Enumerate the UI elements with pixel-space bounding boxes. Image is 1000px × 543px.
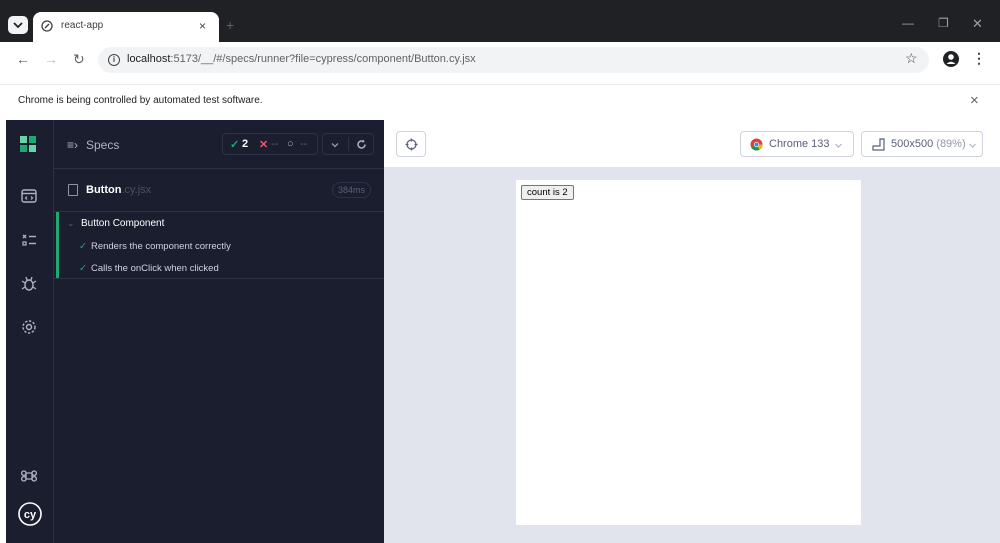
restore-icon[interactable]: ❐ bbox=[938, 16, 949, 30]
failed-count: -- bbox=[271, 138, 279, 150]
browser-tab[interactable]: react-app × bbox=[33, 12, 219, 42]
minimize-icon[interactable]: — bbox=[902, 16, 914, 30]
browser-select-button[interactable]: Chrome 133 bbox=[740, 131, 854, 157]
passed-count: 2 bbox=[242, 138, 249, 150]
spec-file-name: Button.cy.jsx bbox=[86, 184, 152, 196]
divider bbox=[54, 278, 384, 279]
app-under-test-frame: count is 2 bbox=[516, 180, 861, 525]
suite-title: Button Component bbox=[81, 218, 165, 229]
browser-tab-strip: react-app × + — ❐ ✕ bbox=[0, 0, 1000, 42]
pending-icon: ○ bbox=[287, 138, 294, 150]
failed-x-icon: ✕ bbox=[259, 139, 269, 151]
chrome-icon bbox=[750, 138, 763, 151]
tab-title: react-app bbox=[61, 20, 104, 31]
infobar-close-icon[interactable]: × bbox=[970, 92, 979, 109]
spec-file-row[interactable]: Button.cy.jsx 384ms bbox=[54, 174, 384, 212]
debug-bug-icon[interactable] bbox=[20, 275, 38, 293]
new-tab-icon[interactable]: + bbox=[226, 17, 234, 33]
browser-menu-icon[interactable]: ⋮ bbox=[972, 50, 986, 67]
browser-toolbar: ← → ↻ i localhost:5173/__/#/specs/runner… bbox=[0, 42, 1000, 78]
cypress-cy-logo-icon[interactable]: cy bbox=[17, 501, 43, 527]
automation-infobar: Chrome is being controlled by automated … bbox=[0, 84, 1000, 118]
run-controls bbox=[322, 133, 374, 155]
svg-text:cy: cy bbox=[24, 509, 37, 521]
rerun-icon[interactable] bbox=[355, 138, 368, 151]
reporter-panel: ≡› Specs ✓ 2 ✕ -- ○ -- Button.cy.jsx 384… bbox=[54, 120, 384, 543]
passed-check-icon: ✓ bbox=[230, 139, 240, 151]
bookmark-star-icon[interactable]: ☆ bbox=[905, 50, 918, 67]
window-close-icon[interactable]: ✕ bbox=[972, 16, 983, 32]
count-button[interactable]: count is 2 bbox=[521, 185, 574, 200]
runner-toolbar: Chrome 133 500x500 (89%) bbox=[384, 120, 1000, 168]
chevron-down-icon bbox=[835, 143, 842, 148]
reload-icon[interactable]: ↻ bbox=[73, 51, 85, 68]
specs-list-icon[interactable]: ≡› bbox=[67, 138, 78, 152]
test-item[interactable]: ✓ Calls the onClick when clicked bbox=[79, 263, 219, 274]
cypress-logo-icon[interactable] bbox=[20, 136, 36, 152]
tab-close-icon[interactable]: × bbox=[199, 19, 206, 33]
pass-check-icon: ✓ bbox=[79, 263, 87, 274]
crosshair-icon bbox=[405, 138, 418, 151]
chevron-down-icon[interactable] bbox=[329, 139, 341, 151]
runs-nav-icon[interactable] bbox=[20, 231, 38, 249]
tab-search-button[interactable] bbox=[8, 16, 28, 34]
reporter-header: ≡› Specs ✓ 2 ✕ -- ○ -- bbox=[54, 120, 384, 169]
selector-playground-button[interactable] bbox=[396, 131, 426, 157]
test-suite[interactable]: ⌄ Button Component ✓ Renders the componen… bbox=[56, 212, 384, 279]
test-item[interactable]: ✓ Renders the component correctly bbox=[79, 241, 231, 252]
chevron-down-icon bbox=[13, 22, 23, 29]
cypress-app: cy ≡› Specs ✓ 2 ✕ -- ○ -- Button.cy.jsx bbox=[6, 120, 1000, 543]
back-icon[interactable]: ← bbox=[16, 51, 30, 67]
test-stats: ✓ 2 ✕ -- ○ -- bbox=[222, 133, 318, 155]
viewport-ruler-icon bbox=[872, 138, 885, 151]
infobar-message: Chrome is being controlled by automated … bbox=[18, 95, 263, 106]
specs-nav-icon[interactable] bbox=[20, 187, 38, 205]
viewport-label: 500x500 (89%) bbox=[891, 138, 966, 150]
keyboard-shortcuts-icon[interactable] bbox=[20, 467, 38, 485]
pending-count: -- bbox=[300, 138, 308, 150]
forward-icon[interactable]: → bbox=[44, 51, 58, 67]
profile-avatar-icon[interactable] bbox=[943, 51, 959, 67]
document-icon bbox=[68, 184, 78, 196]
browser-label: Chrome 133 bbox=[769, 138, 830, 150]
spec-duration: 384ms bbox=[332, 182, 372, 198]
url-text: localhost:5173/__/#/specs/runner?file=cy… bbox=[127, 53, 476, 65]
address-bar[interactable]: i localhost:5173/__/#/specs/runner?file=… bbox=[98, 47, 929, 73]
pass-check-icon: ✓ bbox=[79, 241, 87, 252]
cypress-left-nav: cy bbox=[6, 120, 54, 543]
settings-gear-icon[interactable] bbox=[20, 318, 38, 336]
chevron-down-icon bbox=[969, 143, 976, 148]
chevron-down-icon[interactable]: ⌄ bbox=[67, 218, 75, 229]
site-info-icon[interactable]: i bbox=[108, 54, 120, 66]
cypress-favicon-icon bbox=[41, 20, 53, 32]
divider bbox=[348, 137, 349, 151]
viewport-button[interactable]: 500x500 (89%) bbox=[861, 131, 983, 157]
specs-title[interactable]: Specs bbox=[86, 138, 119, 152]
